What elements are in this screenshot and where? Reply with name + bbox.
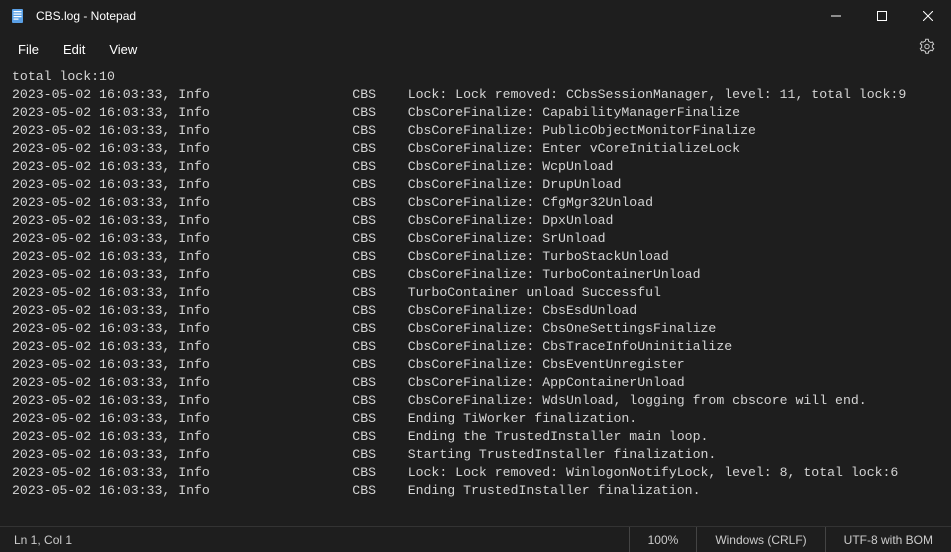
log-line: 2023-05-02 16:03:33, Info CBS CbsCoreFin… (12, 320, 943, 338)
log-line: 2023-05-02 16:03:33, Info CBS CbsCoreFin… (12, 122, 943, 140)
log-line: total lock:10 (12, 68, 943, 86)
zoom-level[interactable]: 100% (629, 527, 697, 552)
menu-bar: File Edit View (0, 32, 951, 66)
log-line: 2023-05-02 16:03:33, Info CBS CbsCoreFin… (12, 212, 943, 230)
log-line: 2023-05-02 16:03:33, Info CBS TurboConta… (12, 284, 943, 302)
window-title: CBS.log - Notepad (36, 9, 813, 23)
menu-file[interactable]: File (6, 36, 51, 63)
log-line: 2023-05-02 16:03:33, Info CBS CbsCoreFin… (12, 158, 943, 176)
log-line: 2023-05-02 16:03:33, Info CBS Ending the… (12, 428, 943, 446)
cursor-position: Ln 1, Col 1 (0, 533, 629, 547)
close-button[interactable] (905, 0, 951, 32)
line-ending: Windows (CRLF) (696, 527, 824, 552)
status-bar: Ln 1, Col 1 100% Windows (CRLF) UTF-8 wi… (0, 526, 951, 552)
log-line: 2023-05-02 16:03:33, Info CBS Ending Tru… (12, 482, 943, 500)
log-line: 2023-05-02 16:03:33, Info CBS CbsCoreFin… (12, 248, 943, 266)
log-line: 2023-05-02 16:03:33, Info CBS Ending TiW… (12, 410, 943, 428)
encoding: UTF-8 with BOM (825, 527, 951, 552)
log-line: 2023-05-02 16:03:33, Info CBS CbsCoreFin… (12, 374, 943, 392)
menu-edit[interactable]: Edit (51, 36, 97, 63)
gear-icon (919, 42, 935, 59)
log-line: 2023-05-02 16:03:33, Info CBS Lock: Lock… (12, 86, 943, 104)
log-line: 2023-05-02 16:03:33, Info CBS Lock: Lock… (12, 464, 943, 482)
log-line: 2023-05-02 16:03:33, Info CBS CbsCoreFin… (12, 302, 943, 320)
maximize-button[interactable] (859, 0, 905, 32)
title-bar: CBS.log - Notepad (0, 0, 951, 32)
window-controls (813, 0, 951, 32)
log-line: 2023-05-02 16:03:33, Info CBS CbsCoreFin… (12, 176, 943, 194)
text-content[interactable]: total lock:102023-05-02 16:03:33, Info C… (0, 66, 951, 526)
log-line: 2023-05-02 16:03:33, Info CBS CbsCoreFin… (12, 140, 943, 158)
log-line: 2023-05-02 16:03:33, Info CBS Starting T… (12, 446, 943, 464)
log-line: 2023-05-02 16:03:33, Info CBS CbsCoreFin… (12, 338, 943, 356)
app-icon (10, 8, 26, 24)
log-line: 2023-05-02 16:03:33, Info CBS CbsCoreFin… (12, 194, 943, 212)
minimize-button[interactable] (813, 0, 859, 32)
log-line: 2023-05-02 16:03:33, Info CBS CbsCoreFin… (12, 356, 943, 374)
log-line: 2023-05-02 16:03:33, Info CBS CbsCoreFin… (12, 392, 943, 410)
settings-button[interactable] (915, 35, 939, 64)
log-line: 2023-05-02 16:03:33, Info CBS CbsCoreFin… (12, 104, 943, 122)
log-line: 2023-05-02 16:03:33, Info CBS CbsCoreFin… (12, 266, 943, 284)
menu-view[interactable]: View (97, 36, 149, 63)
log-line: 2023-05-02 16:03:33, Info CBS CbsCoreFin… (12, 230, 943, 248)
